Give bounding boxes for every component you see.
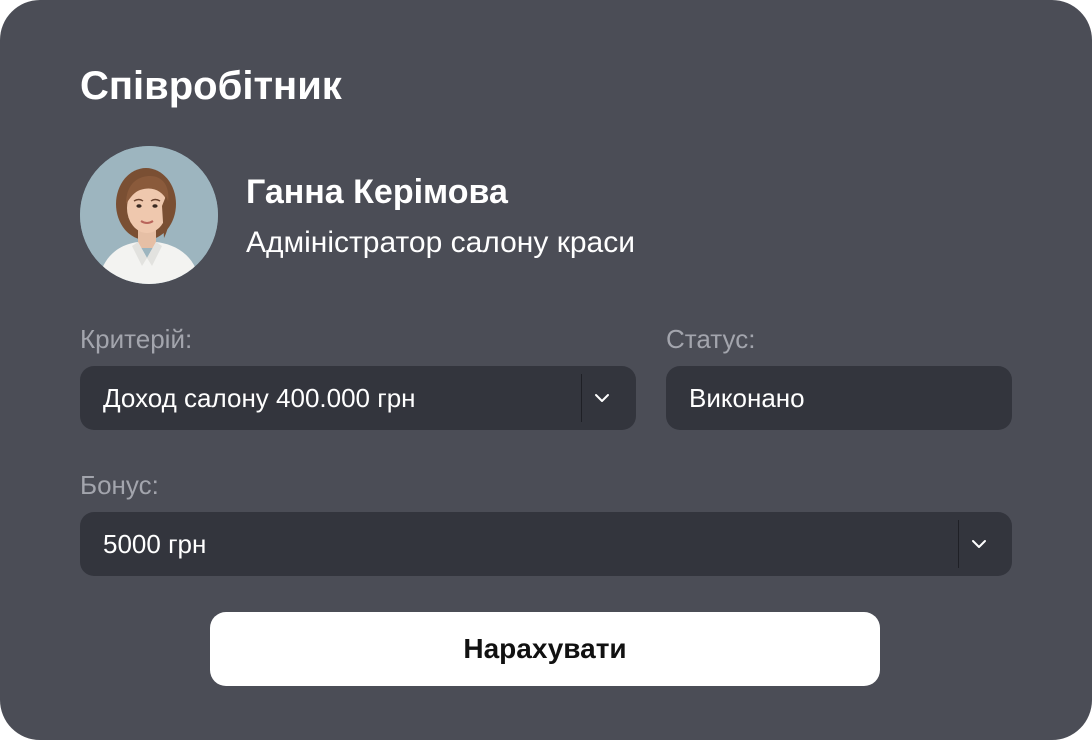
criterion-label: Критерій: bbox=[80, 324, 193, 354]
criterion-value: Доход салону 400.000 грн bbox=[103, 383, 416, 413]
employee-photo bbox=[80, 146, 218, 284]
employee-avatar bbox=[80, 146, 218, 284]
card-title: Співробітник bbox=[80, 64, 342, 108]
employee-card: Співробітник Ганна Керімова Адміністрато… bbox=[0, 0, 1092, 740]
bonus-select[interactable]: 5000 грн bbox=[80, 512, 1012, 576]
bonus-value: 5000 грн bbox=[103, 529, 207, 559]
bonus-divider bbox=[958, 520, 959, 568]
employee-role: Адміністратор салону краси bbox=[246, 226, 635, 259]
accrue-button[interactable]: Нарахувати bbox=[210, 612, 880, 686]
status-label: Статус: bbox=[666, 324, 756, 354]
employee-name: Ганна Керімова bbox=[246, 173, 508, 211]
chevron-down-icon[interactable] bbox=[592, 388, 612, 408]
criterion-divider bbox=[581, 374, 582, 422]
chevron-down-icon[interactable] bbox=[969, 534, 989, 554]
bonus-label: Бонус: bbox=[80, 470, 159, 500]
status-field[interactable]: Виконано bbox=[666, 366, 1012, 430]
criterion-select[interactable]: Доход салону 400.000 грн bbox=[80, 366, 636, 430]
status-value: Виконано bbox=[689, 383, 805, 413]
